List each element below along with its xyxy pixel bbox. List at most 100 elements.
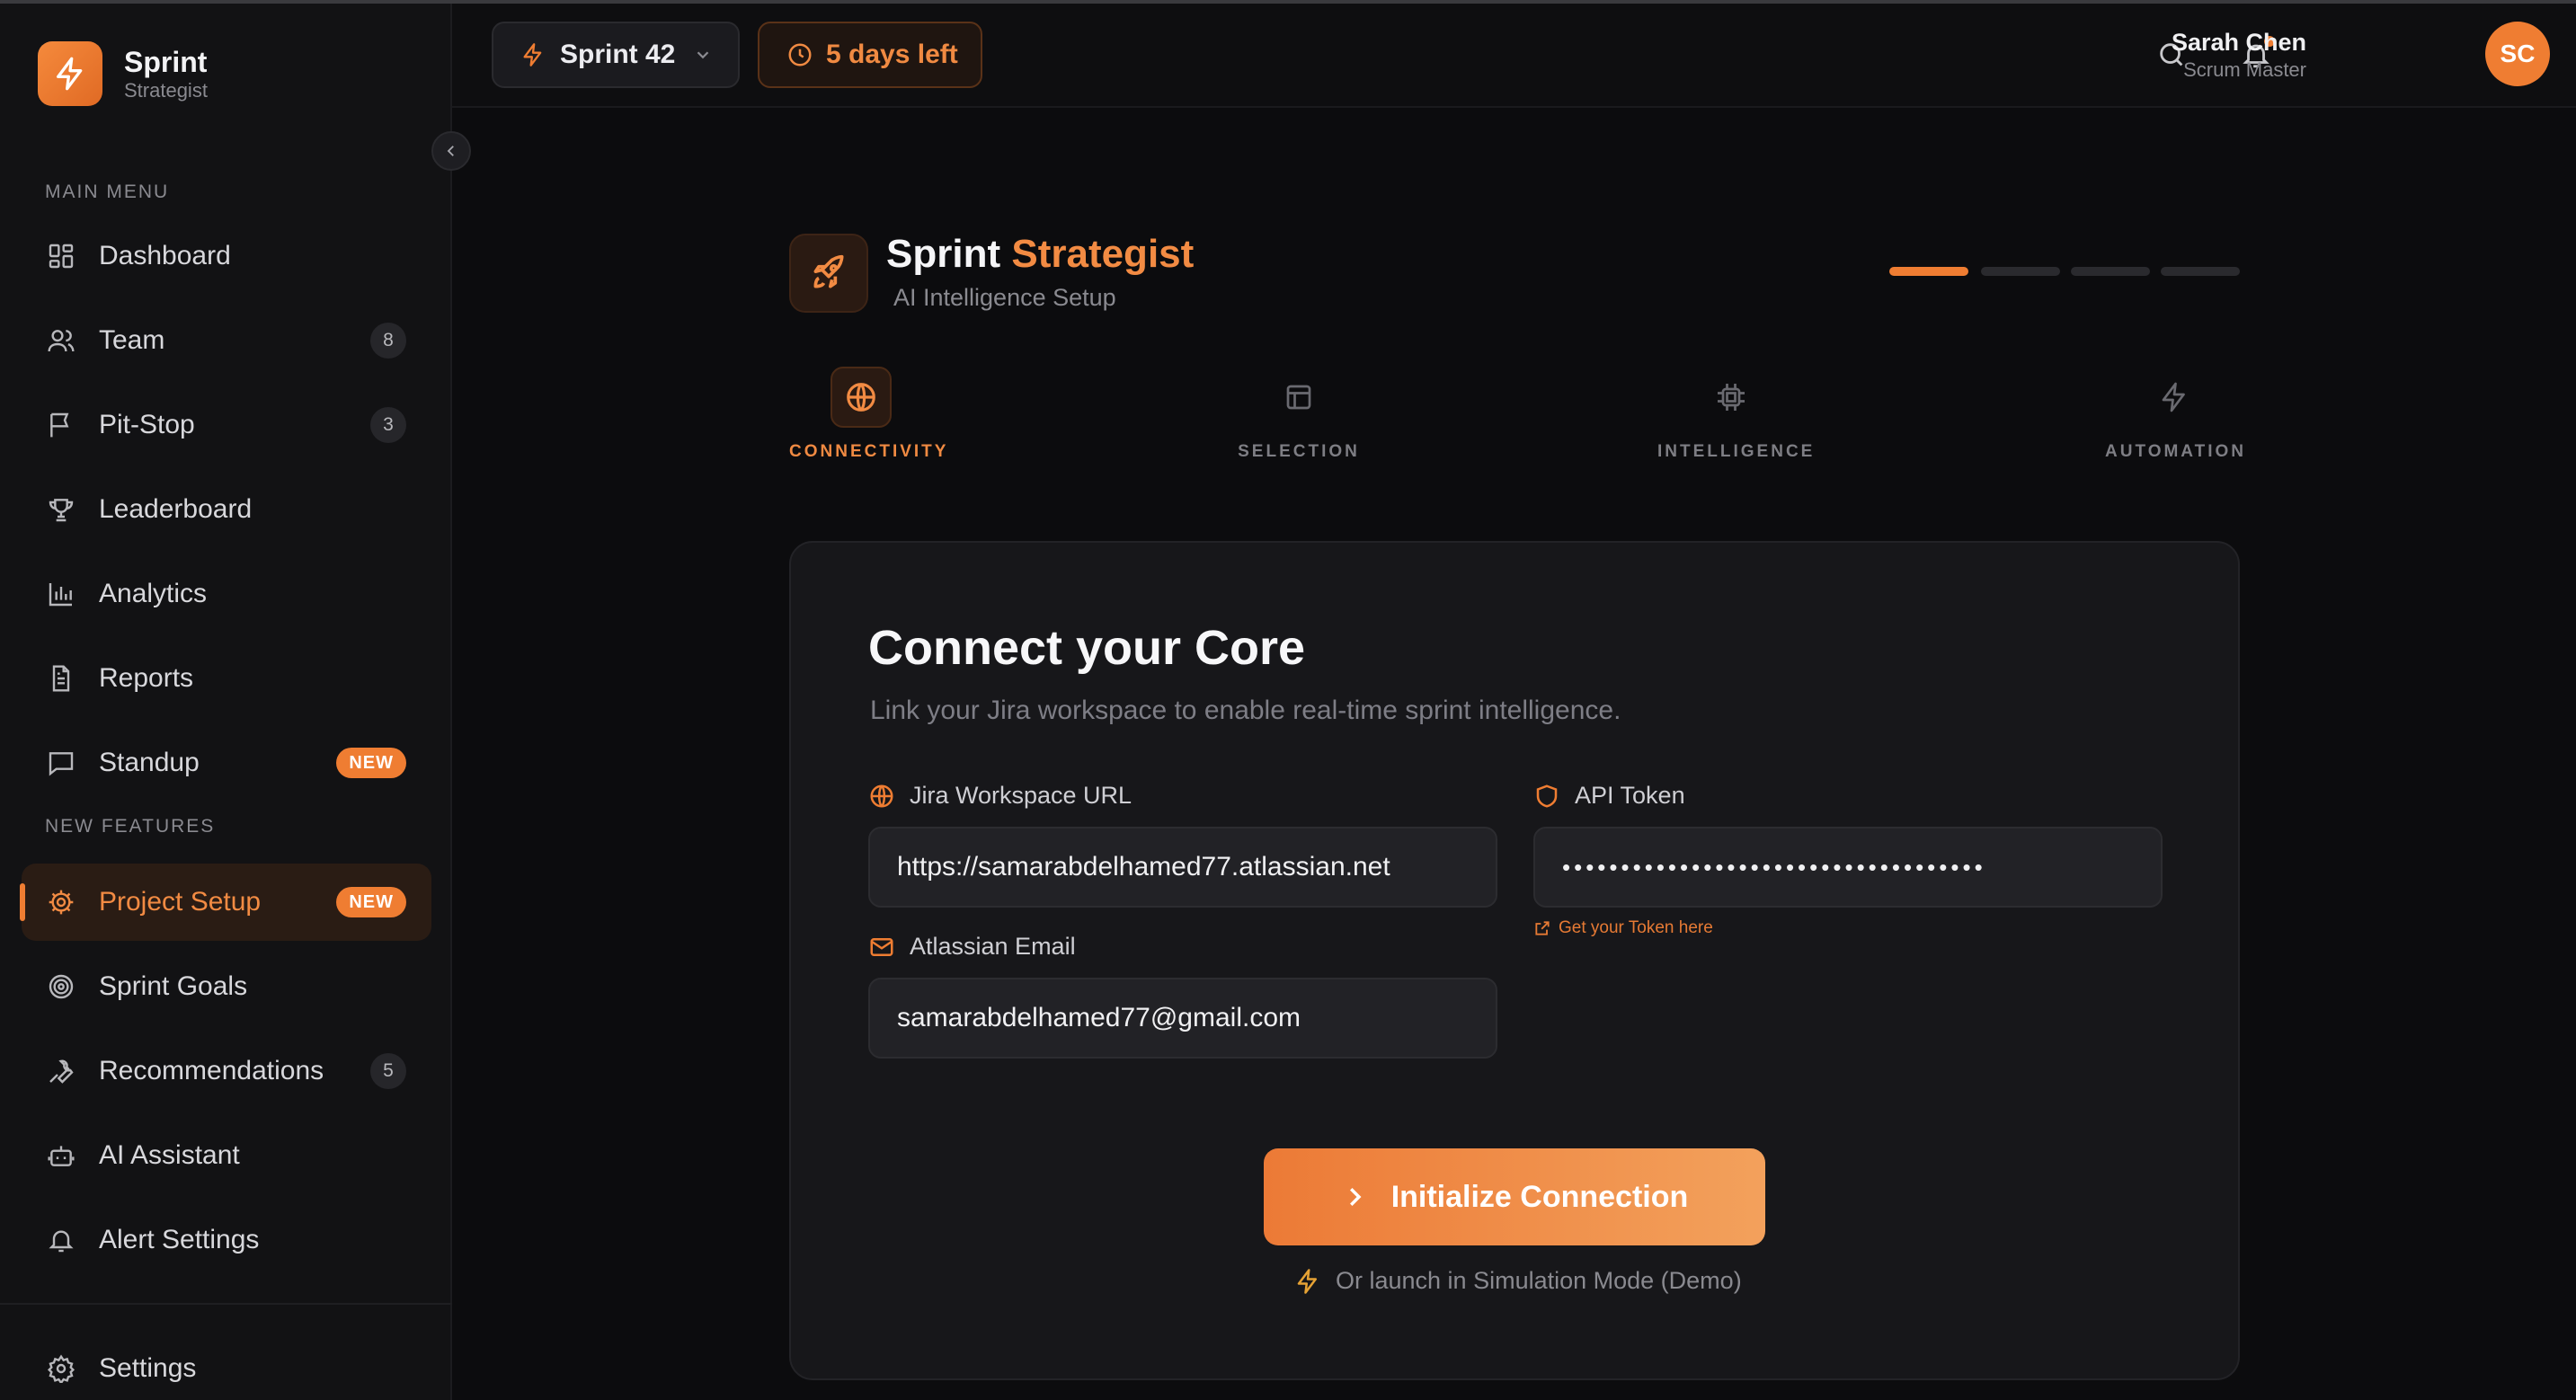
sidebar-item-pit-stop[interactable]: Pit-Stop 3 bbox=[22, 386, 431, 464]
bar-chart-icon bbox=[45, 578, 77, 610]
cpu-icon bbox=[1701, 367, 1762, 428]
user-info[interactable]: Sarah Chen Scrum Master bbox=[2172, 27, 2306, 83]
progress-segment-1 bbox=[1889, 267, 1968, 276]
sidebar-item-leaderboard[interactable]: Leaderboard bbox=[22, 471, 431, 548]
sidebar-item-sprint-goals[interactable]: Sprint Goals bbox=[22, 948, 431, 1025]
card-title: Connect your Core bbox=[868, 621, 1306, 675]
page-title: Sprint Strategist bbox=[886, 232, 1194, 277]
users-icon bbox=[45, 324, 77, 357]
flag-icon bbox=[45, 409, 77, 441]
avatar[interactable]: SC bbox=[2485, 22, 2550, 86]
jira-url-input[interactable]: https://samarabdelhamed77.atlassian.net bbox=[868, 827, 1497, 908]
step-label: CONNECTIVITY bbox=[789, 442, 949, 461]
sidebar-item-label: Project Setup bbox=[99, 887, 262, 917]
step-label: AUTOMATION bbox=[2105, 442, 2247, 461]
field-label-text: Jira Workspace URL bbox=[910, 782, 1133, 809]
sidebar-item-alert-settings[interactable]: Alert Settings bbox=[22, 1201, 431, 1279]
days-left-badge[interactable]: 5 days left bbox=[758, 22, 982, 88]
globe-icon bbox=[831, 367, 892, 428]
count-badge: 3 bbox=[370, 407, 406, 443]
sidebar-item-label: Recommendations bbox=[99, 1056, 324, 1085]
sidebar-item-settings[interactable]: Settings bbox=[22, 1330, 431, 1400]
rocket-icon bbox=[789, 234, 868, 313]
step-label: SELECTION bbox=[1238, 442, 1360, 461]
step-connectivity[interactable]: CONNECTIVITY bbox=[789, 367, 949, 462]
external-link-icon bbox=[1535, 921, 1550, 935]
new-features-label: NEW FEATURES bbox=[45, 816, 216, 837]
cog-icon bbox=[45, 886, 77, 918]
sidebar-item-dashboard[interactable]: Dashboard bbox=[22, 217, 431, 295]
progress-segment-2 bbox=[1981, 267, 2060, 276]
sidebar-item-label: AI Assistant bbox=[99, 1140, 240, 1170]
get-token-text: Get your Token here bbox=[1559, 918, 1713, 937]
sidebar-item-label: Sprint Goals bbox=[99, 971, 248, 1001]
button-label: Initialize Connection bbox=[1390, 1179, 1689, 1214]
sidebar: Sprint Strategist MAIN MENU Dashboard Te… bbox=[0, 4, 452, 1400]
simulation-mode-text: Or launch in Simulation Mode (Demo) bbox=[1336, 1267, 1742, 1294]
bolt-logo-icon bbox=[38, 41, 102, 106]
count-badge: 8 bbox=[370, 323, 406, 359]
sidebar-item-reports[interactable]: Reports bbox=[22, 640, 431, 717]
sidebar-item-label: Reports bbox=[99, 663, 194, 693]
days-left-label: 5 days left bbox=[826, 40, 958, 69]
step-automation[interactable]: AUTOMATION bbox=[2105, 367, 2243, 462]
collapse-sidebar-button[interactable] bbox=[431, 131, 471, 171]
settings-icon bbox=[45, 1352, 77, 1385]
bolt-icon bbox=[523, 43, 542, 66]
simulation-mode-link[interactable]: Or launch in Simulation Mode (Demo) bbox=[1294, 1267, 1742, 1295]
api-token-input[interactable]: •••••••••••••••••••••••••••••••••••• bbox=[1533, 827, 2163, 908]
bot-icon bbox=[45, 1139, 77, 1172]
sidebar-item-label: Team bbox=[99, 325, 165, 355]
sidebar-item-project-setup[interactable]: Project Setup NEW bbox=[20, 864, 431, 941]
sprint-selector[interactable]: Sprint 42 bbox=[492, 22, 740, 88]
initialize-connection-button[interactable]: Initialize Connection bbox=[1264, 1148, 1765, 1245]
email-label: Atlassian Email bbox=[868, 933, 1076, 961]
layout-icon bbox=[1268, 367, 1329, 428]
dashboard-icon bbox=[45, 240, 77, 272]
shield-icon bbox=[1536, 784, 1558, 808]
brand-subtitle: Strategist bbox=[124, 79, 208, 102]
step-label: INTELLIGENCE bbox=[1657, 442, 1816, 461]
chevron-down-icon bbox=[697, 51, 709, 59]
chevron-left-icon bbox=[447, 146, 454, 156]
top-header: Sprint 42 5 days left Sarah Chen Scrum M… bbox=[452, 4, 2576, 108]
progress-segment-3 bbox=[2071, 267, 2150, 276]
get-token-link[interactable]: Get your Token here bbox=[1533, 918, 1713, 938]
sidebar-divider bbox=[0, 1303, 452, 1305]
bolt-icon bbox=[2144, 367, 2205, 428]
sidebar-item-team[interactable]: Team 8 bbox=[22, 302, 431, 379]
sidebar-item-analytics[interactable]: Analytics bbox=[22, 555, 431, 633]
chevron-right-icon bbox=[1349, 1188, 1362, 1206]
sidebar-item-label: Dashboard bbox=[99, 241, 231, 270]
wrench-icon bbox=[45, 1055, 77, 1087]
document-icon bbox=[45, 662, 77, 695]
new-badge: NEW bbox=[336, 887, 406, 917]
sidebar-item-ai-assistant[interactable]: AI Assistant bbox=[22, 1117, 431, 1194]
title-part-2: Strategist bbox=[1011, 232, 1195, 276]
brand[interactable]: Sprint Strategist bbox=[38, 41, 208, 106]
step-selection[interactable]: SELECTION bbox=[1231, 367, 1366, 462]
email-input[interactable]: samarabdelhamed77@gmail.com bbox=[868, 978, 1497, 1059]
connect-card: Connect your Core Link your Jira workspa… bbox=[789, 541, 2240, 1380]
target-icon bbox=[45, 970, 77, 1003]
globe-icon bbox=[870, 784, 893, 807]
sidebar-item-label: Standup bbox=[99, 748, 200, 777]
card-subtitle: Link your Jira workspace to enable real-… bbox=[870, 696, 1621, 725]
trophy-icon bbox=[45, 493, 77, 526]
api-token-label: API Token bbox=[1533, 782, 1685, 810]
step-intelligence[interactable]: INTELLIGENCE bbox=[1657, 367, 1816, 462]
bolt-icon bbox=[1297, 1268, 1317, 1294]
sidebar-item-recommendations[interactable]: Recommendations 5 bbox=[22, 1032, 431, 1110]
title-part-1: Sprint bbox=[886, 232, 1001, 276]
progress-segment-4 bbox=[2161, 267, 2240, 276]
new-badge: NEW bbox=[336, 748, 406, 778]
brand-name: Sprint bbox=[124, 46, 208, 78]
sprint-label: Sprint 42 bbox=[560, 40, 676, 69]
sidebar-item-standup[interactable]: Standup NEW bbox=[22, 724, 431, 802]
sidebar-item-label: Settings bbox=[99, 1353, 197, 1383]
user-name: Sarah Chen bbox=[2171, 29, 2306, 56]
user-role: Scrum Master bbox=[2183, 58, 2306, 81]
sidebar-item-label: Leaderboard bbox=[99, 494, 253, 524]
field-label-text: Atlassian Email bbox=[910, 933, 1076, 960]
main-menu-label: MAIN MENU bbox=[45, 182, 170, 202]
